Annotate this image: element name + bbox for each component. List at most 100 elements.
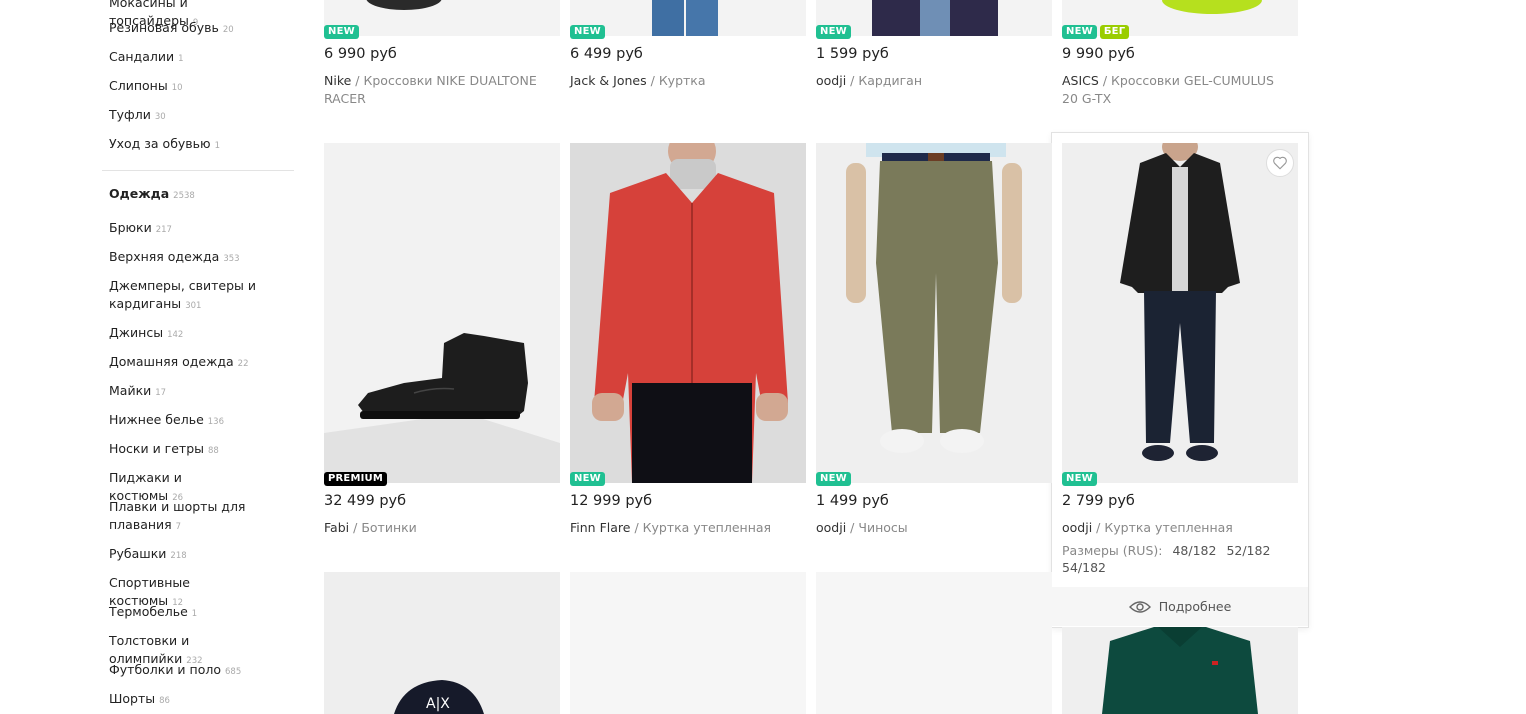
sidebar-item-underwear[interactable]: Нижнее белье 136 <box>109 411 259 431</box>
sidebar-item-count: 20 <box>222 25 234 35</box>
product-name: Ботинки <box>361 520 417 535</box>
size-option[interactable]: 48/182 <box>1172 543 1216 558</box>
product-brand: Jack & Jones <box>570 73 647 88</box>
product-title[interactable]: Fabi / Ботинки <box>324 519 554 537</box>
sidebar-item-label: Носки и гетры <box>109 441 205 456</box>
product-price: 12 999 руб <box>570 493 653 509</box>
sidebar-item-label: Рубашки <box>109 546 167 561</box>
product-title[interactable]: Nike / Кроссовки NIKE DUALTONE RACER <box>324 72 554 108</box>
sidebar-item-label: Термобелье <box>109 604 188 619</box>
sidebar-item-label: Туфли <box>109 107 151 122</box>
details-button[interactable]: Подробнее <box>1052 587 1308 626</box>
product-name: Кардиган <box>858 73 923 88</box>
category-sidebar: Мокасины и топсайдеры 9 Резиновая обувь 20… <box>0 0 300 714</box>
sidebar-item-count: 30 <box>154 112 166 122</box>
new-badge: NEW <box>324 25 359 39</box>
sidebar-item-count: 301 <box>185 301 202 311</box>
size-option[interactable]: 52/182 <box>1226 543 1270 558</box>
sidebar-item-count: 1 <box>214 141 220 151</box>
product-image[interactable]: A|X <box>324 572 560 714</box>
sidebar-item-socks[interactable]: Носки и гетры 88 <box>109 440 259 460</box>
sidebar-item-thermal[interactable]: Термобелье 1 <box>109 603 259 623</box>
product-image[interactable] <box>324 0 560 36</box>
sidebar-item-label: Шорты <box>109 691 156 706</box>
product-title[interactable]: oodji / Кардиган <box>816 72 1046 90</box>
sidebar-item-trousers[interactable]: Брюки 217 <box>109 219 259 239</box>
sidebar-item-swimwear[interactable]: Плавки и шорты для плавания 7 <box>109 498 259 536</box>
sidebar-item-shirts[interactable]: Рубашки 218 <box>109 545 259 565</box>
product-price: 9 990 руб <box>1062 46 1135 62</box>
title-separator: / <box>353 520 358 535</box>
product-title[interactable]: Jack & Jones / Куртка <box>570 72 800 90</box>
sidebar-item-count: 217 <box>155 225 172 235</box>
title-separator: / <box>355 73 360 88</box>
sidebar-item-label: Слипоны <box>109 78 168 93</box>
sidebar-item-homewear[interactable]: Домашняя одежда 22 <box>109 353 259 373</box>
favorite-button[interactable] <box>1266 149 1294 177</box>
new-badge: NEW <box>570 25 605 39</box>
sidebar-item-shoes[interactable]: Туфли 30 <box>109 106 259 126</box>
product-title[interactable]: oodji / Куртка утепленная <box>1062 519 1292 537</box>
sidebar-item-jeans[interactable]: Джинсы 142 <box>109 324 259 344</box>
sidebar-section-label: Одежда <box>109 186 170 201</box>
sidebar-item-count: 218 <box>170 551 187 561</box>
product-image[interactable] <box>324 143 560 483</box>
product-image[interactable] <box>570 572 806 714</box>
sidebar-item-label: Нижнее белье <box>109 412 204 427</box>
sidebar-item-count: 353 <box>223 254 240 264</box>
sidebar-item-shoe-care[interactable]: Уход за обувью 1 <box>109 135 259 155</box>
sidebar-item-slipons[interactable]: Слипоны 10 <box>109 77 259 97</box>
product-price: 1 599 руб <box>816 46 889 62</box>
sidebar-item-label: Джинсы <box>109 325 164 340</box>
product-image[interactable] <box>570 0 806 36</box>
product-brand: oodji <box>816 520 847 535</box>
sidebar-item-jumpers[interactable]: Джемперы, свитеры и кардиганы 301 <box>109 277 259 315</box>
sidebar-item-tanks[interactable]: Майки 17 <box>109 382 259 402</box>
product-image[interactable] <box>816 143 1052 483</box>
sidebar-item-count: 7 <box>175 522 182 532</box>
product-price: 1 499 руб <box>816 493 889 509</box>
premium-badge: PREMIUM <box>324 472 388 486</box>
sidebar-item-count: 136 <box>207 417 224 427</box>
new-badge: NEW <box>816 472 851 486</box>
sidebar-item-count: 17 <box>155 388 167 398</box>
title-separator: / <box>1096 520 1101 535</box>
sidebar-item-label: Верхняя одежда <box>109 249 220 264</box>
sidebar-item-sandals[interactable]: Сандалии 1 <box>109 48 259 68</box>
sidebar-item-label: Резиновая обувь <box>109 20 219 35</box>
product-title[interactable]: Finn Flare / Куртка утепленная <box>570 519 800 537</box>
product-image[interactable] <box>816 572 1052 714</box>
sidebar-item-label: Майки <box>109 383 152 398</box>
product-image[interactable] <box>570 143 806 483</box>
sidebar-item-tshirts[interactable]: Футболки и поло 685 <box>109 661 259 681</box>
sidebar-item-label: Джемперы, свитеры и кардиганы <box>109 278 256 311</box>
title-separator: / <box>1102 73 1108 88</box>
sidebar-item-outerwear[interactable]: Верхняя одежда 353 <box>109 248 259 268</box>
heart-icon <box>1273 156 1287 170</box>
product-image[interactable] <box>1062 143 1298 483</box>
product-price: 6 990 руб <box>324 46 397 62</box>
sizes-label: Размеры (RUS): <box>1062 543 1163 558</box>
product-title[interactable]: ASICS / Кроссовки GEL-CUMULUS 20 G-TX <box>1062 72 1292 108</box>
sidebar-item-rubber-shoes[interactable]: Резиновая обувь 20 <box>109 19 259 39</box>
product-image[interactable] <box>816 0 1052 36</box>
sidebar-section-clothing[interactable]: Одежда 2538 <box>109 185 259 205</box>
sidebar-item-count: 1 <box>178 54 184 64</box>
title-separator: / <box>850 520 855 535</box>
title-separator: / <box>650 73 655 88</box>
product-brand: Nike <box>324 73 352 88</box>
sidebar-section-count: 2538 <box>173 191 195 201</box>
svg-text:A|X: A|X <box>426 696 450 712</box>
sidebar-item-count: 86 <box>159 696 170 706</box>
product-brand: oodji <box>1062 520 1093 535</box>
sidebar-item-count: 88 <box>208 446 219 456</box>
size-option[interactable]: 54/182 <box>1062 560 1106 575</box>
product-name: Куртка утепленная <box>1104 520 1233 535</box>
product-image[interactable] <box>1062 627 1298 714</box>
product-brand: oodji <box>816 73 847 88</box>
sidebar-divider <box>102 170 294 171</box>
new-badge: NEW <box>570 472 605 486</box>
sidebar-item-label: Домашняя одежда <box>109 354 234 369</box>
product-title[interactable]: oodji / Чиносы <box>816 519 1046 537</box>
sidebar-item-shorts[interactable]: Шорты 86 <box>109 690 259 710</box>
